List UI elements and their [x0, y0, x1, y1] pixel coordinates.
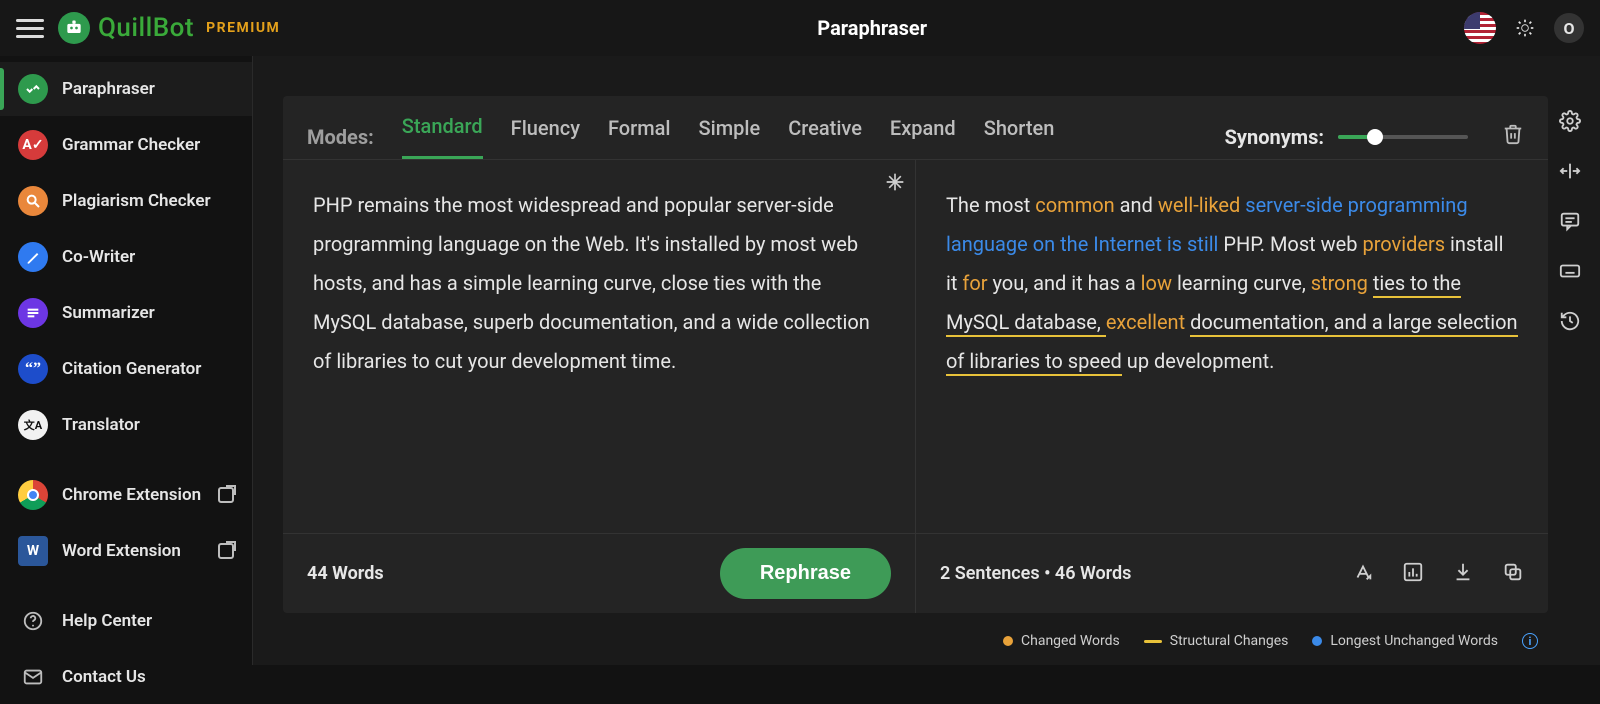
summarizer-icon	[18, 298, 48, 328]
legend-changed: Changed Words	[1003, 633, 1120, 649]
account-avatar[interactable]: O	[1554, 13, 1584, 43]
mode-simple[interactable]: Simple	[699, 116, 761, 158]
translator-icon: 文A	[18, 410, 48, 440]
copy-icon[interactable]	[1502, 561, 1524, 587]
sidebar-item-paraphraser[interactable]: Paraphraser	[0, 62, 252, 116]
legend: Changed Words Structural Changes Longest…	[283, 613, 1548, 653]
output-text: The most common and well-liked server-si…	[946, 193, 1518, 376]
brand[interactable]: QuillBot PREMIUM	[58, 12, 280, 44]
word-icon: W	[18, 536, 48, 566]
settings-icon[interactable]	[1559, 110, 1581, 136]
compare-icon[interactable]	[1559, 160, 1581, 186]
cowriter-icon	[18, 242, 48, 272]
input-word-count: 44 Words	[307, 563, 384, 584]
sidebar-item-label: Chrome Extension	[62, 485, 201, 505]
sidebar: Paraphraser A✓ Grammar Checker Plagiaris…	[0, 56, 253, 665]
synonyms-slider[interactable]	[1338, 135, 1468, 139]
sidebar-item-grammar-checker[interactable]: A✓ Grammar Checker	[0, 118, 252, 172]
synonyms-label: Synonyms:	[1225, 125, 1324, 149]
sidebar-item-label: Paraphraser	[62, 79, 155, 99]
sidebar-item-summarizer[interactable]: Summarizer	[0, 286, 252, 340]
sidebar-item-label: Contact Us	[62, 667, 146, 687]
main: Modes: Standard Fluency Formal Simple Cr…	[253, 56, 1600, 665]
export-icon[interactable]	[1452, 561, 1474, 587]
language-flag-icon[interactable]	[1464, 12, 1496, 44]
input-pane[interactable]: PHP remains the most widespread and popu…	[283, 160, 916, 533]
freeze-words-icon[interactable]	[885, 166, 905, 205]
theme-toggle-icon[interactable]	[1510, 13, 1540, 43]
sidebar-item-word-extension[interactable]: W Word Extension	[0, 524, 252, 578]
history-icon[interactable]	[1559, 310, 1581, 336]
plagiarism-icon	[18, 186, 48, 216]
sidebar-item-label: Help Center	[62, 611, 152, 631]
tone-icon[interactable]	[1352, 561, 1374, 587]
brand-premium-badge: PREMIUM	[206, 20, 280, 36]
grammar-icon: A✓	[18, 130, 48, 160]
citation-icon: “”	[18, 354, 48, 384]
page-title: Paraphraser	[294, 16, 1450, 40]
statistics-icon[interactable]	[1402, 561, 1424, 587]
delete-icon[interactable]	[1502, 123, 1524, 150]
sidebar-item-chrome-extension[interactable]: Chrome Extension	[0, 468, 252, 522]
modes-label: Modes:	[307, 125, 374, 149]
output-pane[interactable]: The most common and well-liked server-si…	[916, 160, 1548, 533]
menu-icon[interactable]	[16, 14, 44, 42]
feedback-icon[interactable]	[1559, 210, 1581, 236]
mode-expand[interactable]: Expand	[890, 116, 956, 158]
legend-struct: Structural Changes	[1144, 633, 1289, 649]
sidebar-item-help-center[interactable]: Help Center	[0, 594, 252, 648]
brand-logo-icon	[58, 12, 90, 44]
sidebar-item-label: Citation Generator	[62, 359, 201, 379]
legend-longest: Longest Unchanged Words	[1312, 633, 1498, 649]
paraphraser-icon	[18, 74, 48, 104]
help-icon	[18, 606, 48, 636]
right-rail	[1548, 96, 1592, 653]
sidebar-item-label: Plagiarism Checker	[62, 191, 211, 211]
external-link-icon	[218, 543, 234, 559]
sidebar-item-label: Summarizer	[62, 303, 155, 323]
hotkeys-icon[interactable]	[1559, 260, 1581, 286]
mode-fluency[interactable]: Fluency	[511, 116, 580, 158]
mode-standard[interactable]: Standard	[402, 114, 483, 159]
brand-name: QuillBot	[98, 13, 194, 43]
paraphraser-panel: Modes: Standard Fluency Formal Simple Cr…	[283, 96, 1548, 613]
sidebar-item-label: Co-Writer	[62, 247, 135, 267]
sidebar-item-label: Translator	[62, 415, 140, 435]
sidebar-item-citation-generator[interactable]: “” Citation Generator	[0, 342, 252, 396]
legend-info-icon[interactable]: i	[1522, 633, 1538, 649]
sidebar-item-translator[interactable]: 文A Translator	[0, 398, 252, 452]
rephrase-button[interactable]: Rephrase	[720, 548, 891, 599]
sidebar-item-label: Word Extension	[62, 541, 181, 561]
sidebar-item-label: Grammar Checker	[62, 135, 200, 155]
mail-icon	[18, 662, 48, 692]
mode-creative[interactable]: Creative	[788, 116, 862, 158]
external-link-icon	[218, 487, 234, 503]
sidebar-item-contact-us[interactable]: Contact Us	[0, 650, 252, 704]
chrome-icon	[18, 480, 48, 510]
mode-shorten[interactable]: Shorten	[984, 116, 1055, 158]
input-text: PHP remains the most widespread and popu…	[313, 193, 870, 373]
mode-formal[interactable]: Formal	[608, 116, 671, 158]
sidebar-item-co-writer[interactable]: Co-Writer	[0, 230, 252, 284]
topbar: QuillBot PREMIUM Paraphraser O	[0, 0, 1600, 56]
modes-row: Modes: Standard Fluency Formal Simple Cr…	[283, 96, 1548, 159]
output-stats: 2 Sentences • 46 Words	[940, 563, 1131, 584]
status-row: 44 Words Rephrase 2 Sentences • 46 Words	[283, 533, 1548, 613]
sidebar-item-plagiarism-checker[interactable]: Plagiarism Checker	[0, 174, 252, 228]
